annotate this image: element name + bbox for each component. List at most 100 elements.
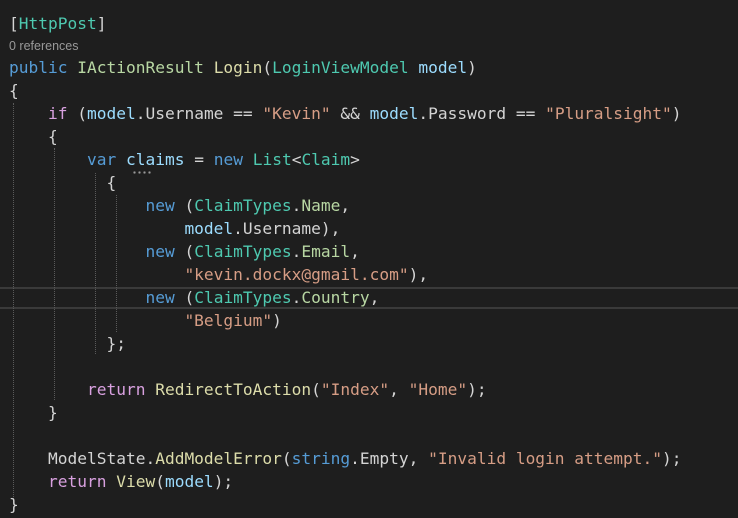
code-line[interactable]: new (ClaimTypes.Name, [9,194,350,217]
code-token: new [145,288,175,307]
code-token: }; [9,334,126,353]
code-token: { [9,81,19,100]
code-token: ( [311,380,321,399]
code-token: "kevin.dockx@gmail.com" [184,265,409,284]
code-token: ) [467,58,477,77]
code-line[interactable]: public IActionResult Login(LoginViewMode… [9,56,477,79]
code-token: ClaimTypes [194,196,292,215]
code-token: ); [467,380,487,399]
code-token: new [145,196,175,215]
code-token: [ [9,14,19,33]
code-token: var [86,150,117,169]
code-token: . [291,242,302,261]
code-line[interactable]: if (model.Username == "Kevin" && model.P… [9,102,682,125]
code-line[interactable]: new (ClaimTypes.Email, [9,240,359,263]
code-token: "Index" [320,380,390,399]
code-token: = [184,150,214,169]
code-token: } [9,495,19,514]
code-line[interactable]: return View(model); [9,470,233,493]
code-line[interactable]: { [9,125,58,148]
code-line[interactable]: } [9,401,58,424]
code-token: "Invalid login attempt." [428,449,663,468]
code-token: > [350,150,360,169]
code-token: ) [671,104,682,123]
code-token: model [164,472,214,491]
code-token: List [252,150,292,169]
code-token: View [116,472,156,491]
code-token: new [145,242,175,261]
code-token: IActionResult [77,58,204,77]
code-token: ( [262,58,273,77]
code-token: .Username), [233,219,341,238]
code-token: .Empty, [350,449,429,468]
code-token: model [418,58,468,77]
code-line[interactable]: var claims = new List<Claim> [9,148,360,171]
code-line[interactable]: ModelState.AddModelError(string.Empty, "… [9,447,682,470]
code-token: new [213,150,243,169]
code-token: Country [301,288,370,307]
code-token: return [47,472,107,491]
code-token: ( [67,104,87,123]
code-token: "Pluralsight" [545,104,672,123]
code-line[interactable]: }; [9,332,126,355]
code-token: ] [96,14,107,33]
suggestion-squiggle[interactable] [132,171,152,174]
code-line[interactable]: { [9,79,19,102]
code-line[interactable]: [HttpPost] [9,12,106,35]
code-token: ClaimTypes [194,288,292,307]
code-line[interactable]: new (ClaimTypes.Country, [9,286,379,309]
code-token: . [291,196,302,215]
code-token: Login [213,58,263,77]
code-token: . [145,449,156,468]
code-token: ModelState [47,449,146,468]
code-lens-references[interactable]: 0 references [9,38,78,54]
code-token: HttpPost [18,14,97,33]
code-token: "Belgium" [184,311,273,330]
code-token: , [340,196,351,215]
code-token: . [291,288,302,307]
code-line[interactable]: } [9,493,19,516]
code-token: "Home" [408,380,468,399]
code-token: if [47,104,68,123]
code-line[interactable]: { [9,171,116,194]
code-token: .Password == [418,104,546,123]
code-token: .Username == [135,104,263,123]
code-token: { [9,173,117,192]
code-token: ( [174,288,195,307]
code-token: string [291,449,351,468]
code-token: model [369,104,419,123]
code-token: LoginViewModel [272,58,409,77]
code-token: AddModelError [155,449,282,468]
code-token: public [9,58,68,77]
code-token: , [389,380,409,399]
code-token: ( [174,196,195,215]
code-token: ( [174,242,195,261]
code-token: { [9,127,58,146]
code-token: ); [213,472,234,491]
code-token: ), [408,265,429,284]
code-line[interactable]: "kevin.dockx@gmail.com"), [9,263,428,286]
code-line[interactable]: return RedirectToAction("Index", "Home")… [9,378,487,401]
code-editor[interactable]: [HttpPost] 0 references public IActionRe… [0,0,738,518]
code-token: "Kevin" [262,104,331,123]
code-token: model [184,219,234,238]
code-line[interactable]: "Belgium") [9,309,281,332]
code-token: , [369,288,380,307]
code-line[interactable]: model.Username), [9,217,340,240]
code-token: } [9,403,58,422]
code-token: Email [301,242,351,261]
